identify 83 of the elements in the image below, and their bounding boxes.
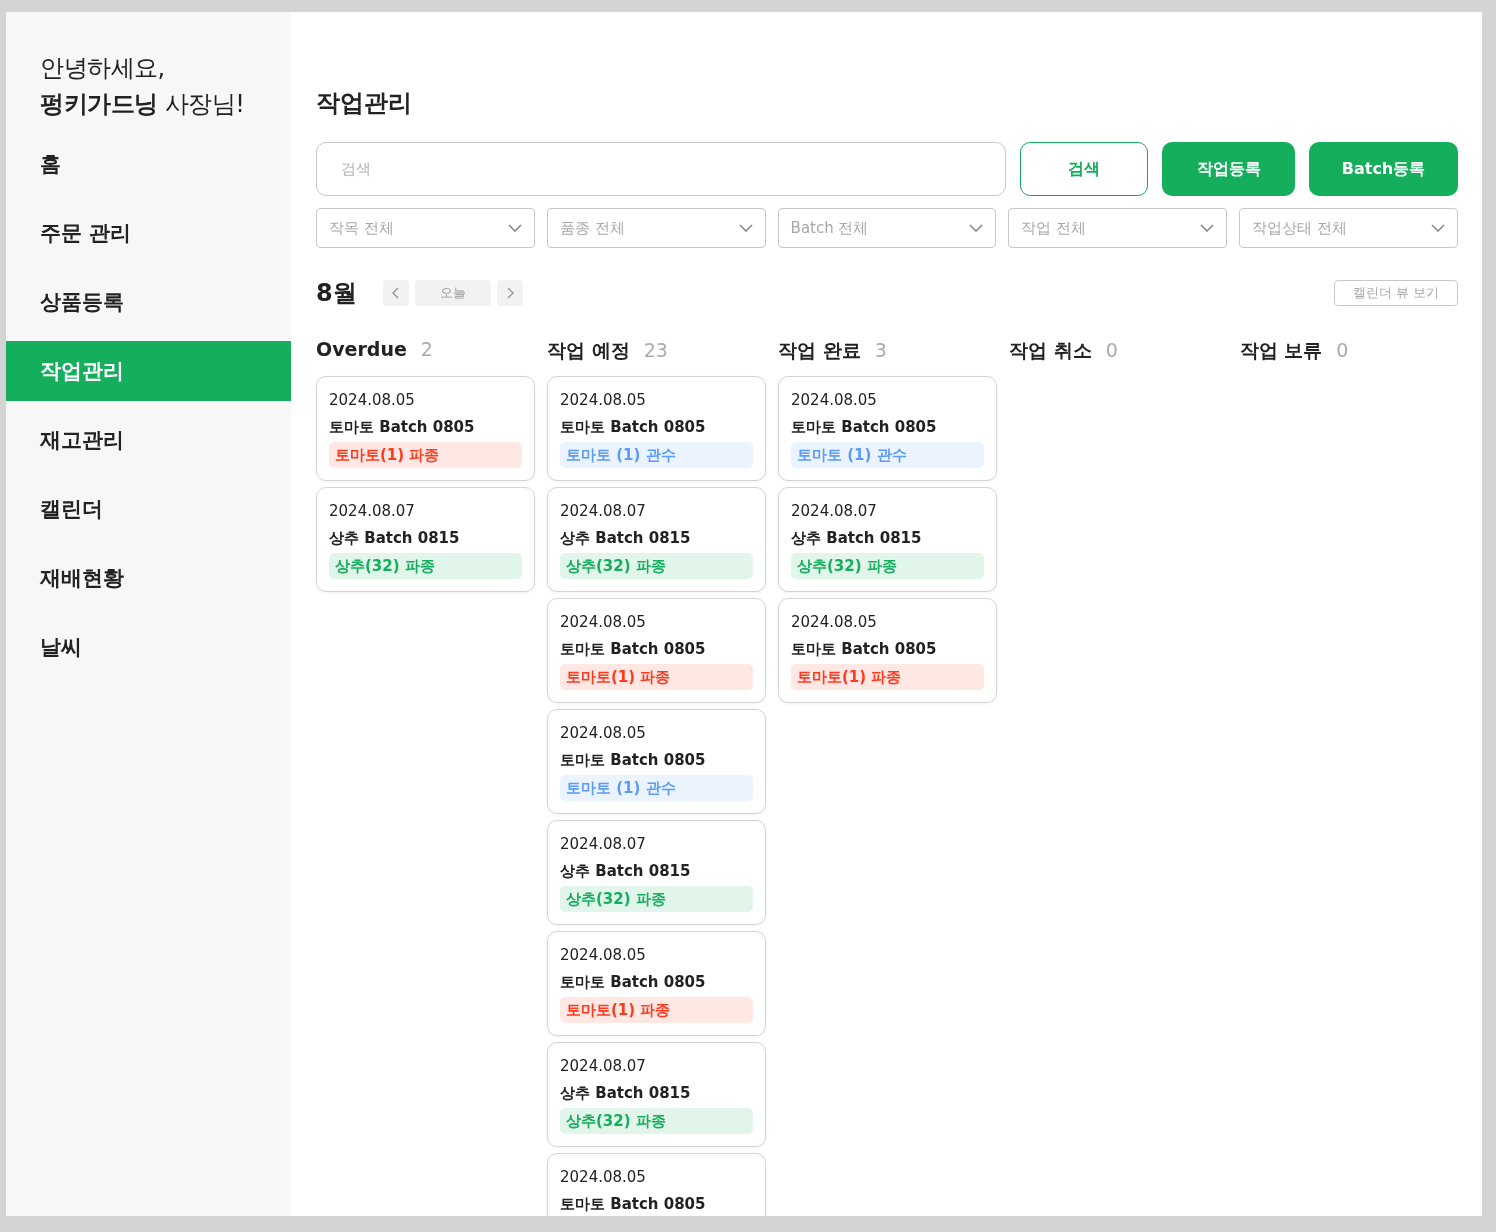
task-date: 2024.08.05 (560, 723, 647, 744)
task-tag: 상추(32) 파종 (329, 553, 522, 579)
task-title: 토마토 Batch 0805 (329, 417, 476, 438)
sidebar-item[interactable]: 캘린더 (6, 479, 291, 539)
task-title: 상추 Batch 0815 (560, 528, 692, 549)
task-date: 2024.08.07 (329, 501, 416, 522)
chevron-right-icon (505, 287, 514, 299)
user-suffix: 사장님! (163, 90, 245, 118)
column-title: 작업 보류 (1239, 338, 1323, 363)
task-date: 2024.08.05 (560, 945, 647, 966)
task-card[interactable]: 2024.08.05 토마토 Batch 0805 토마토(1) 파종 (778, 598, 997, 703)
task-tag: 토마토 (1) 관수 (560, 775, 753, 801)
task-tag: 상추(32) 파종 (791, 553, 984, 579)
task-date: 2024.08.07 (560, 1056, 647, 1077)
sidebar-item[interactable]: 홈 (6, 134, 291, 194)
task-date: 2024.08.05 (791, 390, 878, 411)
task-date: 2024.08.05 (560, 390, 647, 411)
task-tag: 토마토(1) 파종 (560, 664, 753, 690)
task-card[interactable]: 2024.08.05 토마토 Batch 0805 토마토 (1) 관수 (547, 376, 766, 481)
task-title: 토마토 Batch 0805 (791, 417, 938, 438)
task-title: 토마토 Batch 0805 (560, 417, 707, 438)
previous-button[interactable] (382, 280, 409, 306)
chevron-down-icon (969, 224, 984, 232)
task-title: 상추 Batch 0815 (560, 861, 692, 882)
task-date: 2024.08.05 (560, 612, 647, 633)
task-card[interactable]: 2024.08.05 토마토 Batch 0805 토마토 (1) 관수 (547, 709, 766, 814)
sidebar-item[interactable]: 재고관리 (6, 410, 291, 470)
column-count: 2 (420, 338, 433, 360)
task-card[interactable]: 2024.08.07 상추 Batch 0815 상추(32) 파종 (547, 487, 766, 592)
task-tag: 토마토(1) 파종 (560, 997, 753, 1023)
task-card[interactable]: 2024.08.05 토마토 Batch 0805 토마토(1) 파종 (316, 376, 535, 481)
task-tag: 상추(32) 파종 (560, 1108, 753, 1134)
page-title: 작업관리 (316, 88, 413, 118)
task-title: 상추 Batch 0815 (329, 528, 461, 549)
column-count: 0 (1336, 339, 1349, 361)
task-title: 토마토 Batch 0805 (791, 639, 938, 660)
task-tag: 상추(32) 파종 (560, 886, 753, 912)
column-title: 작업 예정 (547, 338, 630, 363)
task-tag: 토마토(1) 파종 (329, 442, 522, 468)
task-date: 2024.08.07 (791, 501, 878, 522)
task-title: 토마토 Batch 0805 (560, 1194, 707, 1215)
column-count: 0 (1105, 339, 1118, 361)
chevron-down-icon (507, 224, 522, 232)
next-button[interactable] (496, 280, 523, 306)
sidebar-item[interactable]: 주문 관리 (6, 203, 291, 263)
task-card[interactable]: 2024.08.07 상추 Batch 0815 상추(32) 파종 (778, 487, 997, 592)
task-date: 2024.08.05 (560, 1167, 647, 1188)
task-date: 2024.08.05 (329, 390, 416, 411)
task-title: 상추 Batch 0815 (791, 528, 923, 549)
search-field[interactable]: 검색 (316, 142, 1006, 196)
sidebar-item[interactable]: 날씨 (6, 617, 291, 677)
task-tag: 토마토 (1) 관수 (560, 442, 753, 468)
task-card[interactable]: 2024.08.07 상추 Batch 0815 상추(32) 파종 (547, 1042, 766, 1147)
greeting-text: 안녕하세요, (40, 53, 166, 84)
month-label: 8월 (316, 278, 357, 309)
task-title: 토마토 Batch 0805 (560, 972, 707, 993)
column-count: 3 (874, 339, 887, 361)
sidebar-item[interactable]: 상품등록 (6, 272, 291, 332)
task-card[interactable]: 2024.08.07 상추 Batch 0815 상추(32) 파종 (547, 820, 766, 925)
chevron-down-icon (1200, 224, 1215, 232)
column-title: Overdue (316, 338, 407, 360)
chevron-left-icon (391, 287, 400, 299)
task-title: 토마토 Batch 0805 (560, 639, 707, 660)
task-card[interactable]: 2024.08.05 토마토 Batch 0805 (547, 1153, 766, 1216)
task-card[interactable]: 2024.08.07 상추 Batch 0815 상추(32) 파종 (316, 487, 535, 592)
column-title: 작업 취소 (1009, 338, 1092, 363)
task-tag: 토마토(1) 파종 (791, 664, 984, 690)
column-title: 작업 완료 (778, 338, 861, 363)
task-card[interactable]: 2024.08.05 토마토 Batch 0805 토마토(1) 파종 (547, 931, 766, 1036)
task-card[interactable]: 2024.08.05 토마토 Batch 0805 토마토 (1) 관수 (778, 376, 997, 481)
chevron-down-icon (738, 224, 753, 232)
task-date: 2024.08.07 (560, 501, 647, 522)
task-tag: 토마토 (1) 관수 (791, 442, 984, 468)
task-tag: 상추(32) 파종 (560, 553, 753, 579)
sidebar-item[interactable]: 재배현황 (6, 548, 291, 608)
task-date: 2024.08.07 (560, 834, 647, 855)
task-title: 상추 Batch 0815 (560, 1083, 692, 1104)
user-name: 펑키가드닝 (40, 90, 158, 118)
task-date: 2024.08.05 (791, 612, 878, 633)
chevron-down-icon (1431, 224, 1445, 232)
column-count: 23 (643, 339, 668, 361)
task-card[interactable]: 2024.08.05 토마토 Batch 0805 토마토(1) 파종 (547, 598, 766, 703)
task-title: 토마토 Batch 0805 (560, 750, 707, 771)
